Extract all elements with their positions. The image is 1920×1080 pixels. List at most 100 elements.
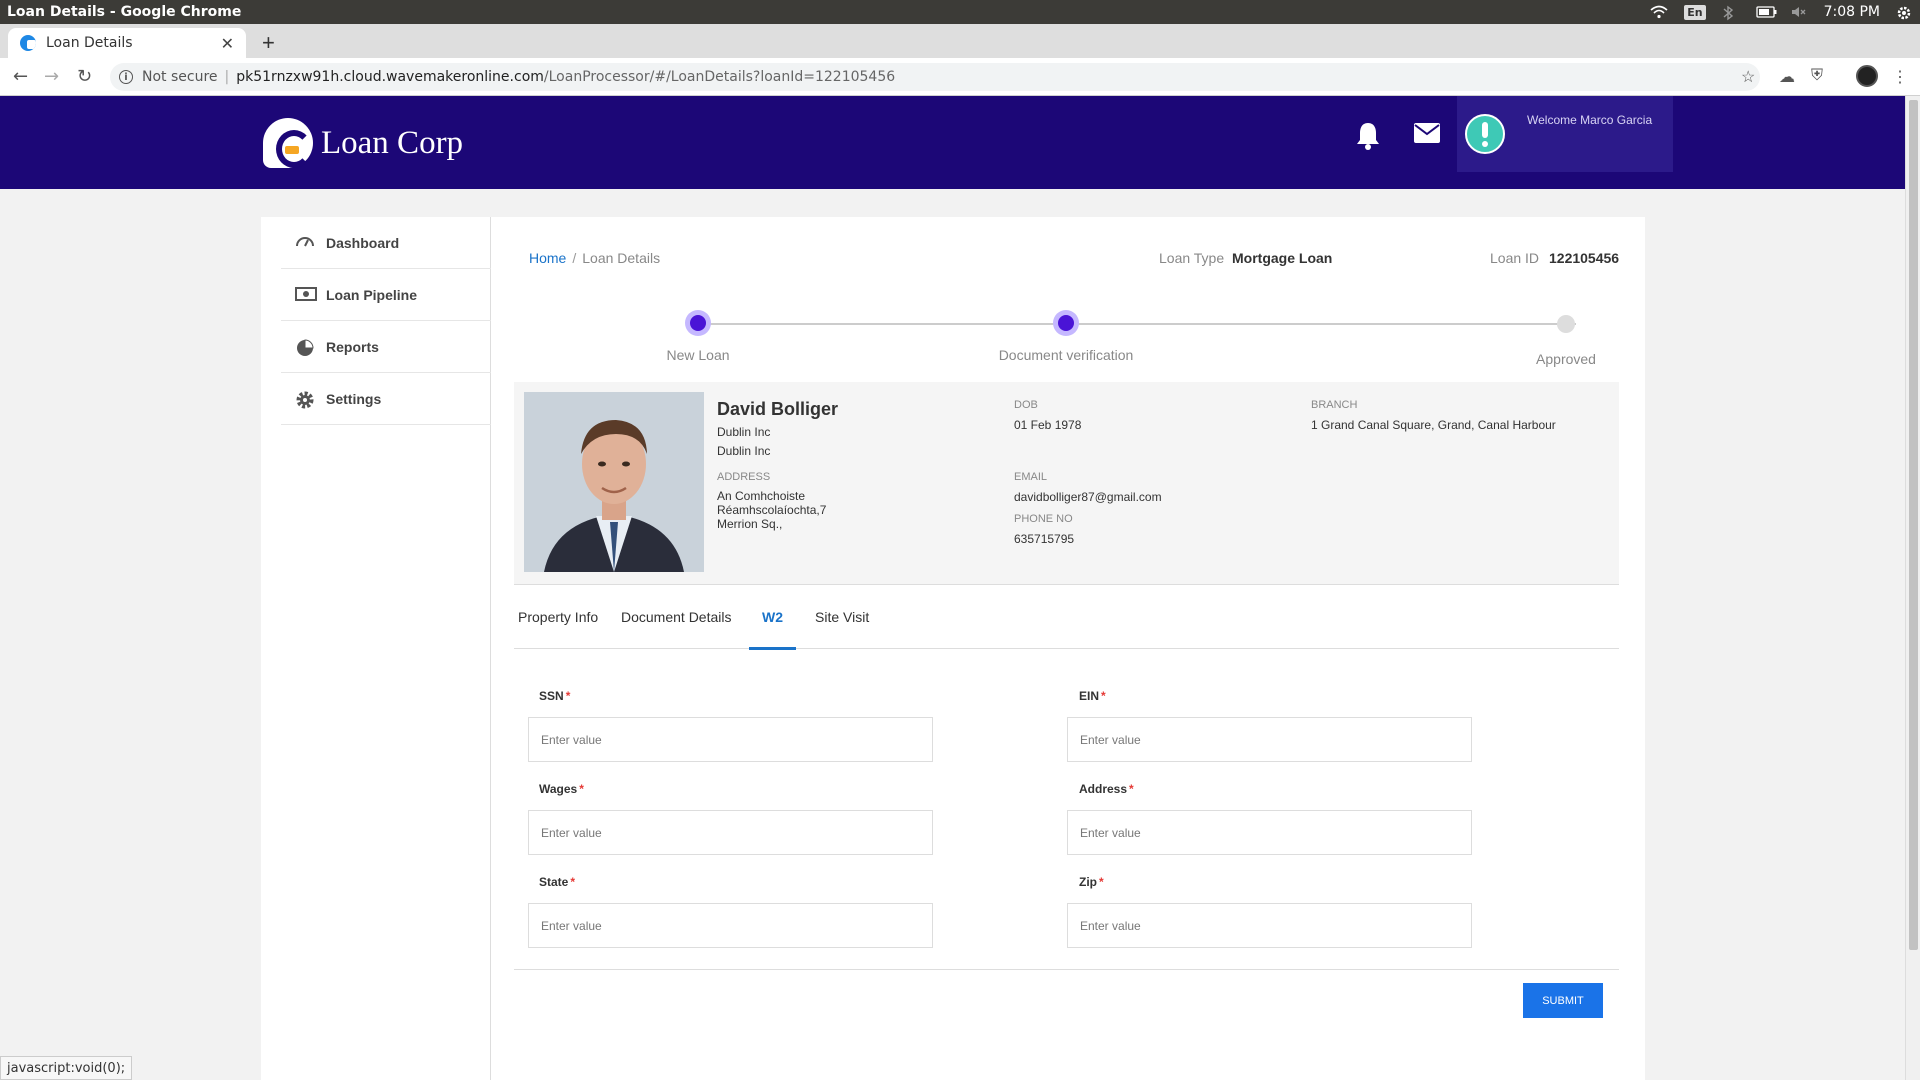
- menu-dots-icon[interactable]: ⋮: [1892, 67, 1908, 87]
- settings-gear-icon[interactable]: [1896, 5, 1914, 20]
- ssn-input[interactable]: [528, 717, 933, 762]
- loan-id-label: Loan ID: [1490, 250, 1540, 266]
- required-marker: *: [1101, 689, 1106, 703]
- forward-icon[interactable]: →: [44, 66, 59, 87]
- zip-input[interactable]: [1067, 903, 1472, 948]
- mail-icon[interactable]: [1414, 123, 1440, 143]
- dob-label: DOB: [1014, 399, 1038, 411]
- address-line-2: Réamhscolaíochta,7: [717, 503, 827, 517]
- site-favicon-icon: [20, 35, 36, 51]
- address-line-1: An Comhchoiste: [717, 489, 806, 503]
- browser-tab-strip: Loan Details ✕ +: [0, 24, 1920, 58]
- borrower-profile-card: David Bolliger Dublin Inc Dublin Inc ADD…: [514, 382, 1619, 585]
- tab-w2[interactable]: W2: [749, 602, 796, 650]
- battery-icon[interactable]: [1755, 5, 1777, 19]
- logo-mark-icon: [263, 118, 313, 168]
- step-label-approved: Approved: [1536, 351, 1596, 367]
- app-logo[interactable]: Loan Corp: [263, 118, 463, 168]
- address-field-label: Address *: [1079, 782, 1134, 796]
- new-tab-icon[interactable]: +: [262, 30, 275, 56]
- main-panel: Home / Loan Details Loan Type Mortgage Loa…: [491, 217, 1645, 1080]
- borrower-photo: [524, 392, 704, 572]
- phone-value: 635715795: [1014, 532, 1075, 546]
- address-bar[interactable]: i Not secure | pk51rnzxw91h.cloud.wavema…: [110, 63, 1760, 91]
- borrower-name: David Bolliger: [717, 399, 839, 419]
- details-tabs: Property Info Document Details W2 Site V…: [514, 602, 1619, 650]
- app-header: Loan Corp Welcome Marco Garcia: [0, 96, 1905, 189]
- address-input[interactable]: [1067, 810, 1472, 855]
- wages-input[interactable]: [528, 810, 933, 855]
- breadcrumb-separator: /: [572, 250, 577, 266]
- submit-button[interactable]: SUBMIT: [1523, 983, 1603, 1018]
- money-icon: [295, 286, 317, 304]
- step-label-document-verification: Document verification: [998, 347, 1134, 363]
- required-marker: *: [570, 875, 576, 889]
- address-line-3: Merrion Sq.,: [717, 517, 783, 531]
- link-status-tooltip: javascript:void(0);: [0, 1056, 133, 1080]
- tab-title: Loan Details: [46, 35, 133, 51]
- tab-document-details[interactable]: Document Details: [621, 602, 732, 649]
- sidebar-item-label: Reports: [326, 338, 379, 355]
- notifications-bell-icon[interactable]: [1354, 120, 1382, 152]
- scrollbar-thumb[interactable]: [1909, 100, 1918, 950]
- stepper-line: [698, 323, 1576, 325]
- sidebar-item-label: Loan Pipeline: [326, 286, 418, 303]
- site-info-icon[interactable]: i: [119, 70, 133, 84]
- gear-icon: [295, 390, 315, 408]
- sidebar-item-settings[interactable]: Settings: [281, 373, 491, 425]
- volume-muted-icon[interactable]: [1790, 5, 1808, 19]
- clock[interactable]: 7:08 PM: [1824, 4, 1880, 20]
- sidebar-item-dashboard[interactable]: Dashboard: [281, 217, 491, 269]
- url-path: /LoanProcessor/#/LoanDetails?loanId=1221…: [543, 69, 896, 85]
- borrower-company: Dublin Inc: [717, 425, 771, 439]
- required-marker: *: [579, 782, 584, 796]
- required-marker: *: [1129, 782, 1134, 796]
- wifi-icon[interactable]: [1650, 5, 1668, 19]
- phone-label: PHONE NO: [1014, 513, 1073, 525]
- sidebar-item-loan-pipeline[interactable]: Loan Pipeline: [281, 269, 491, 321]
- back-icon[interactable]: ←: [13, 66, 28, 87]
- extension-icon[interactable]: ☁: [1779, 67, 1795, 87]
- ssn-label: SSN *: [539, 689, 571, 703]
- bookmark-star-icon[interactable]: ☆: [1741, 67, 1755, 87]
- breadcrumb-home-link[interactable]: Home: [529, 250, 566, 266]
- breadcrumb: Home / Loan Details: [529, 250, 660, 266]
- branch-label: BRANCH: [1311, 399, 1358, 411]
- sidebar: Dashboard Loan Pipeline Reports Settings: [261, 217, 491, 1080]
- shield-extension-icon[interactable]: ⛨: [1811, 67, 1823, 85]
- close-tab-icon[interactable]: ✕: [221, 34, 234, 53]
- address-label: ADDRESS: [717, 471, 771, 483]
- email-value: davidbolliger87@gmail.com: [1014, 490, 1162, 504]
- sidebar-item-reports[interactable]: Reports: [281, 321, 491, 373]
- step-label-new-loan: New Loan: [666, 347, 730, 363]
- breadcrumb-current: Loan Details: [582, 250, 661, 266]
- url-host: pk51rnzxw91h.cloud.wavemakeronline.com: [236, 69, 544, 85]
- ein-input[interactable]: [1067, 717, 1472, 762]
- branch-value: 1 Grand Canal Square, Grand, Canal Harbo…: [1311, 418, 1556, 432]
- reload-icon[interactable]: ↻: [77, 66, 92, 87]
- page-scrollbar[interactable]: [1905, 96, 1920, 1080]
- wages-label: Wages *: [539, 782, 584, 796]
- browser-tab[interactable]: Loan Details ✕: [8, 28, 246, 58]
- loan-id-value: 122105456: [1549, 250, 1620, 266]
- state-input[interactable]: [528, 903, 933, 948]
- user-menu[interactable]: Welcome Marco Garcia: [1457, 96, 1673, 172]
- tab-property-info[interactable]: Property Info: [518, 602, 598, 649]
- state-label: State *: [539, 875, 576, 889]
- profile-avatar-icon[interactable]: [1856, 65, 1878, 87]
- zip-label: Zip *: [1079, 875, 1104, 889]
- os-top-bar: Loan Details - Google Chrome En 7:08 PM: [0, 0, 1920, 24]
- welcome-text: Welcome Marco Garcia: [1527, 113, 1653, 127]
- browser-toolbar: ← → ↻ i Not secure | pk51rnzxw91h.cloud.…: [0, 58, 1920, 96]
- sidebar-item-label: Dashboard: [326, 234, 400, 251]
- keyboard-language-indicator[interactable]: En: [1684, 4, 1706, 20]
- loan-type-value: Mortgage Loan: [1232, 250, 1333, 266]
- bluetooth-icon[interactable]: [1722, 5, 1740, 21]
- tab-site-visit[interactable]: Site Visit: [815, 602, 869, 649]
- required-marker: *: [565, 689, 571, 703]
- form-divider: [514, 969, 1619, 970]
- email-label: EMAIL: [1014, 471, 1048, 483]
- step-marker-new-loan: [685, 310, 711, 336]
- borrower-company-secondary: Dublin Inc: [717, 444, 771, 458]
- user-avatar: [1465, 114, 1505, 154]
